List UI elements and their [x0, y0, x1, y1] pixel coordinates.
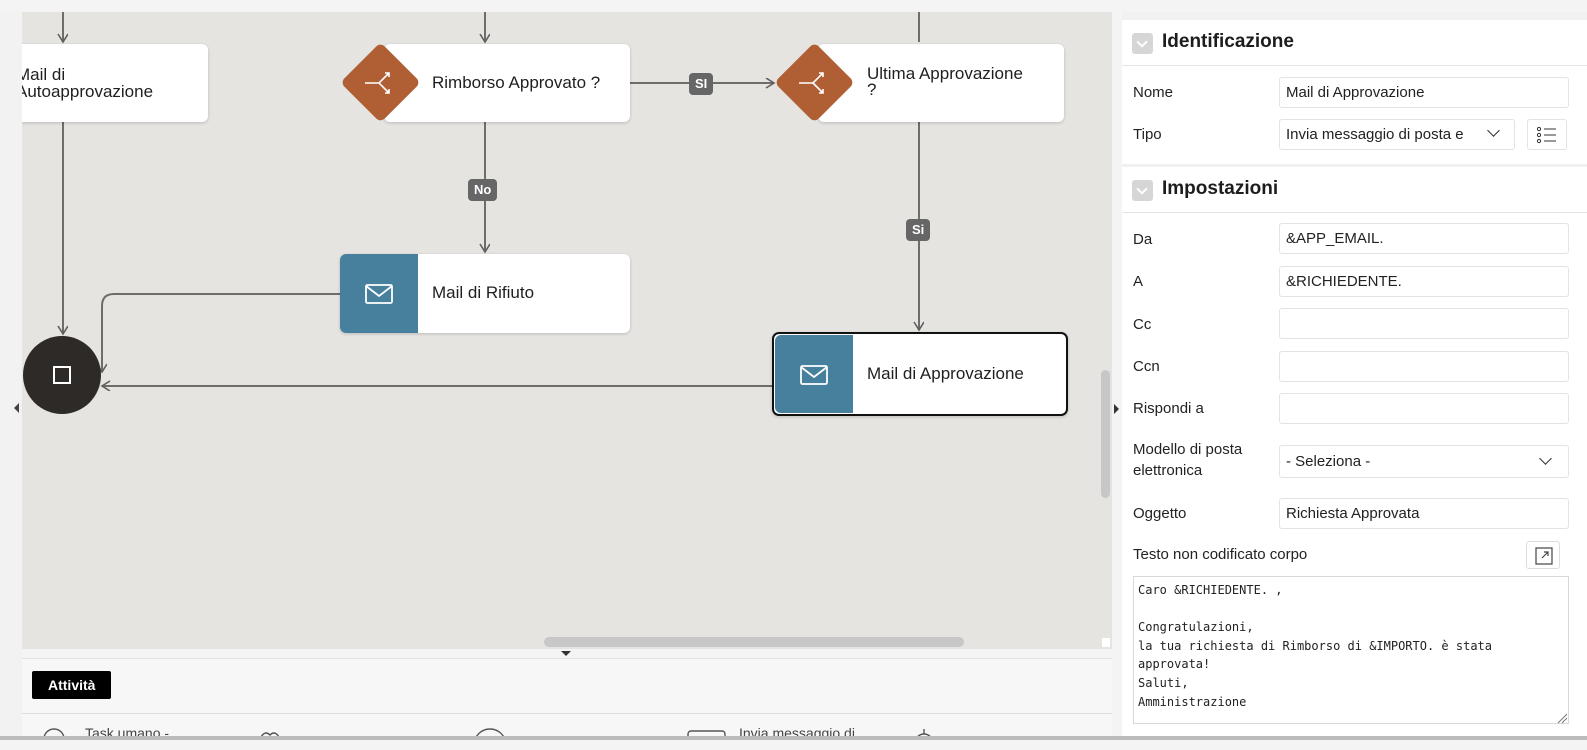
edge-label-si[interactable]: Si [906, 219, 931, 241]
body-text-area[interactable]: Caro &RICHIEDENTE. , Congratulazioni, la… [1133, 576, 1569, 724]
node-label-line1: Ultima Approvazione [867, 64, 1023, 83]
expand-editor-button[interactable] [1526, 541, 1560, 569]
section-title: Impostazioni [1162, 178, 1279, 199]
section-title: Identificazione [1162, 31, 1294, 52]
modello-select[interactable]: - Seleziona - [1279, 445, 1569, 478]
top-strip [0, 0, 1587, 12]
chevron-down-icon[interactable] [1132, 180, 1153, 201]
edge-label-no[interactable]: No [468, 179, 498, 201]
section-impostazioni-header[interactable]: Impostazioni [1122, 167, 1587, 213]
scroll-corner [1102, 638, 1110, 647]
left-gutter [0, 12, 22, 750]
collapse-left-arrow-icon[interactable] [14, 403, 19, 413]
workflow-designer: Mail di Autoapprovazione Rimborso Approv… [0, 0, 1587, 750]
tipo-select[interactable]: Invia messaggio di posta e [1279, 119, 1515, 150]
modello-select-value: - Seleziona - [1286, 453, 1371, 470]
node-mail-rifiuto[interactable]: Mail di Rifiuto [340, 254, 630, 333]
workflow-canvas[interactable]: Mail di Autoapprovazione Rimborso Approv… [22, 12, 1112, 649]
node-mail-autoapprovazione[interactable]: Mail di Autoapprovazione [22, 44, 208, 122]
chevron-down-icon [1487, 124, 1500, 137]
modello-label-line1: Modello di posta [1133, 441, 1243, 458]
node-label: Mail di Rifiuto [432, 283, 535, 302]
palette-divider [22, 713, 1112, 714]
chevron-down-icon [1539, 452, 1552, 465]
node-mail-approvazione[interactable]: Mail di Approvazione [772, 332, 1068, 416]
chevron-down-icon[interactable] [1132, 33, 1153, 54]
node-label: Mail di Approvazione [867, 364, 1024, 383]
tab-attivita[interactable]: Attività [32, 671, 112, 699]
branch-icon [799, 72, 824, 94]
cc-label: Cc [1133, 316, 1152, 333]
branch-icon [365, 72, 390, 94]
bottom-edge-line [0, 736, 1587, 740]
email-node-tile [340, 254, 418, 333]
testo-label: Testo non codificato corpo [1133, 546, 1308, 563]
modello-label: Modello di posta elettronica [1133, 439, 1242, 481]
rispondi-label: Rispondi a [1133, 400, 1204, 417]
cc-field[interactable] [1279, 308, 1569, 339]
node-ultima-approvazione[interactable]: Ultima Approvazione ? [818, 44, 1064, 122]
rispondi-field[interactable] [1279, 393, 1569, 424]
envelope-icon [365, 284, 393, 304]
da-label: Da [1133, 231, 1153, 248]
vertical-scrollbar[interactable] [1101, 370, 1110, 498]
ccn-label: Ccn [1133, 358, 1160, 375]
collapse-bottom-arrow-icon[interactable] [561, 651, 571, 656]
list-icon [1536, 126, 1556, 144]
tipo-label: Tipo [1133, 126, 1162, 143]
ccn-field[interactable] [1279, 351, 1569, 382]
collapse-right-arrow-icon[interactable] [1114, 404, 1119, 414]
oggetto-field[interactable]: Richiesta Approvata [1279, 498, 1569, 529]
email-node-tile [775, 335, 853, 413]
section-impostazioni-body: Da &APP_EMAIL. A &RICHIEDENTE. Cc Ccn Ri… [1122, 213, 1587, 750]
tipo-select-value: Invia messaggio di posta e [1286, 126, 1464, 143]
oggetto-label: Oggetto [1133, 505, 1187, 522]
nome-field[interactable]: Mail di Approvazione [1279, 77, 1569, 108]
envelope-icon [800, 365, 828, 385]
stop-square-icon [53, 366, 71, 384]
node-label: Rimborso Approvato ? [432, 73, 601, 92]
da-field[interactable]: &APP_EMAIL. [1279, 223, 1569, 254]
properties-panel: Identificazione Nome Mail di Approvazion… [1122, 12, 1587, 750]
resize-handle-icon[interactable] [1556, 712, 1568, 724]
section-identificazione-body: Nome Mail di Approvazione Tipo Invia mes… [1122, 66, 1587, 164]
node-rimborso-approvato[interactable]: Rimborso Approvato ? [384, 44, 630, 122]
a-field[interactable]: &RICHIEDENTE. [1279, 266, 1569, 297]
modello-label-line2: elettronica [1133, 462, 1203, 479]
section-identificazione-header[interactable]: Identificazione [1122, 20, 1587, 66]
a-label: A [1133, 273, 1144, 290]
end-event-node[interactable] [23, 336, 101, 414]
horizontal-scrollbar[interactable] [544, 637, 964, 647]
expand-icon [1535, 547, 1553, 565]
node-label-line2: Autoapprovazione [22, 82, 154, 101]
nome-label: Nome [1133, 84, 1174, 101]
edge-label-si[interactable]: SI [689, 73, 714, 95]
list-options-button[interactable] [1527, 119, 1567, 150]
node-label-line2: ? [867, 80, 877, 99]
node-label-line1: Mail di [22, 65, 66, 84]
